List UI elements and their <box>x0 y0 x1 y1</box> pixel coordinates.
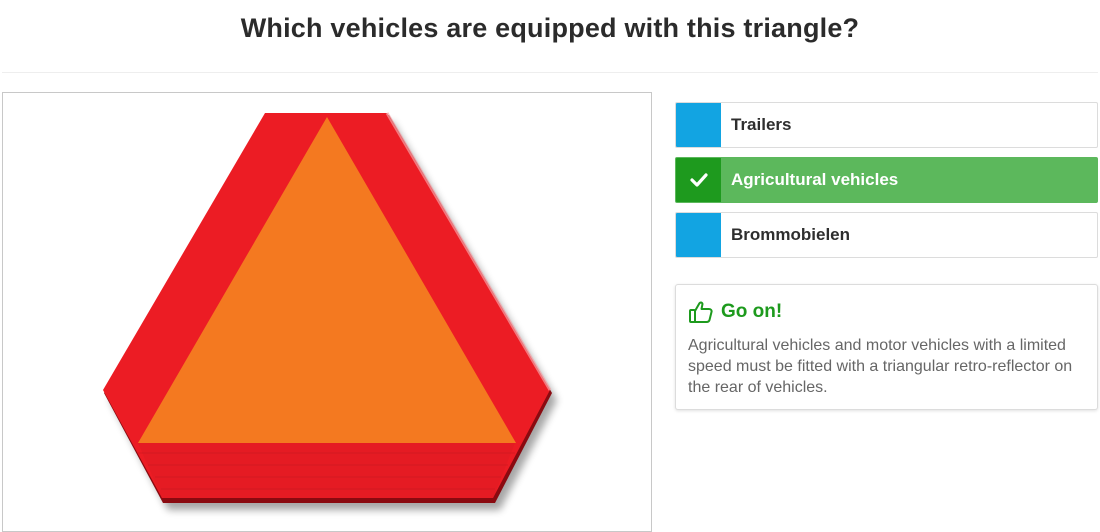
slow-moving-vehicle-triangle-icon <box>103 112 557 510</box>
answer-label: Brommobielen <box>731 225 851 244</box>
answer-indicator <box>676 103 721 147</box>
check-icon <box>689 173 708 187</box>
answer-indicator <box>676 158 721 202</box>
feedback-card: Go on! Agricultural vehicles and motor v… <box>675 284 1098 410</box>
answer-options: Trailers Agricultural vehicles Brommobie… <box>675 102 1098 267</box>
feedback-header: Go on! <box>688 297 1085 327</box>
feedback-text: Agricultural vehicles and motor vehicles… <box>688 337 1073 396</box>
answer-option-trailers[interactable]: Trailers <box>675 102 1098 148</box>
answer-option-brommobielen[interactable]: Brommobielen <box>675 212 1098 258</box>
answer-label: Agricultural vehicles <box>731 170 899 189</box>
question-image <box>2 92 652 532</box>
question-title: Which vehicles are equipped with this tr… <box>240 13 860 43</box>
title-divider <box>2 72 1098 73</box>
feedback-title: Go on! <box>721 301 783 322</box>
answer-option-agricultural-vehicles[interactable]: Agricultural vehicles <box>675 157 1098 203</box>
thumbs-up-icon <box>689 301 713 323</box>
answer-label: Trailers <box>731 115 792 134</box>
answer-indicator <box>676 213 721 257</box>
